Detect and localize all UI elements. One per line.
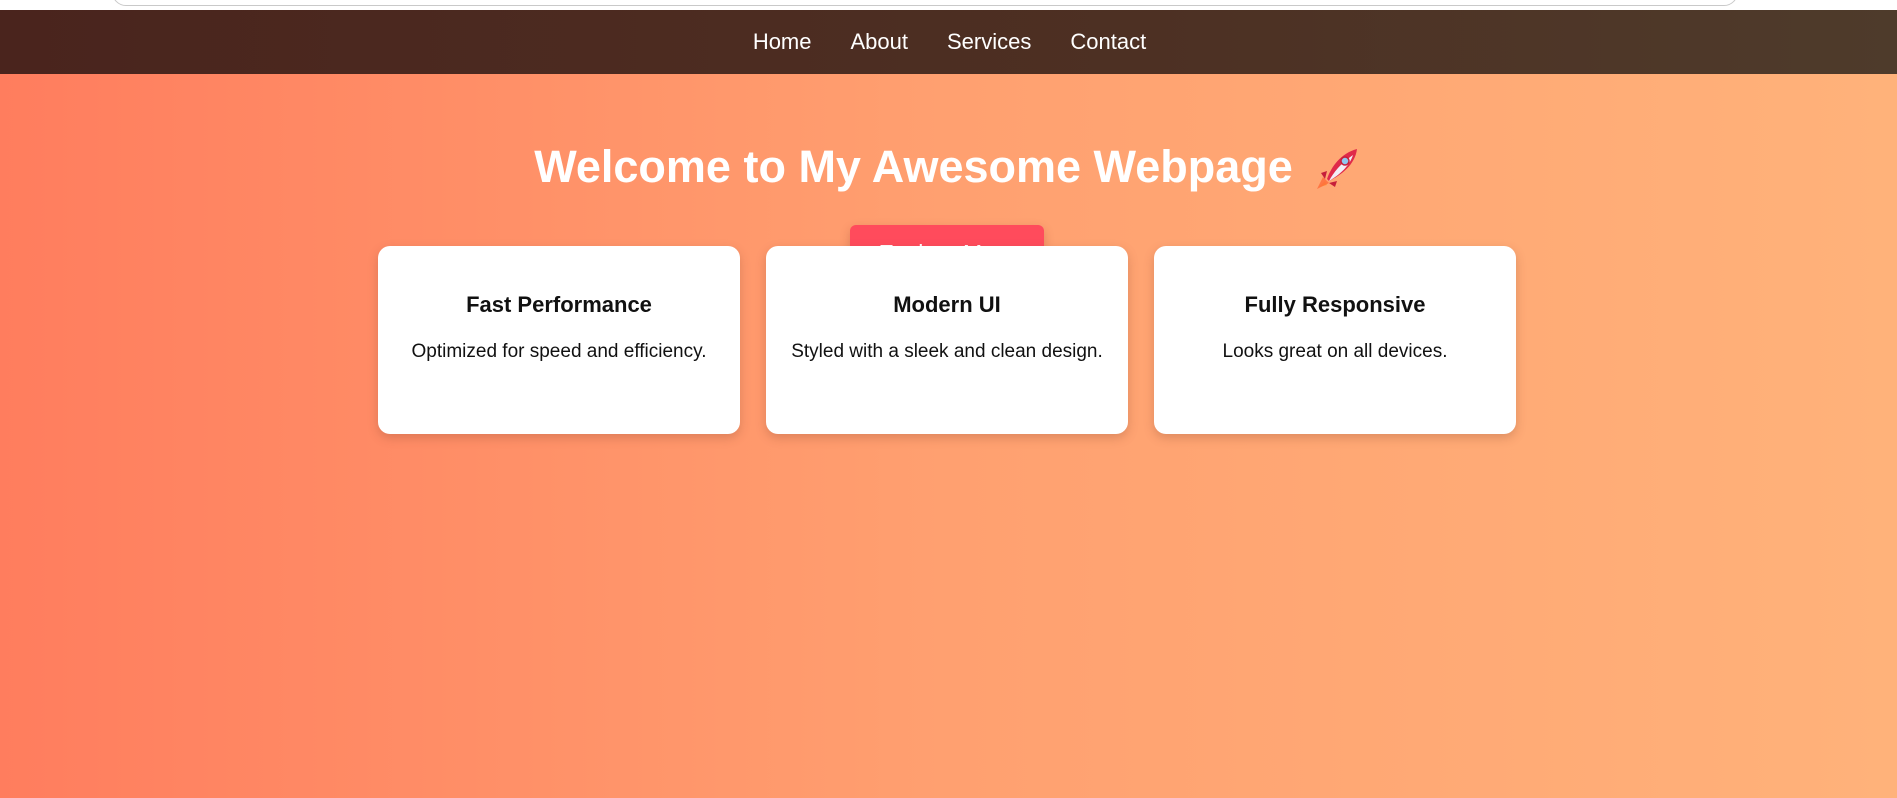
feature-card: Fully Responsive Looks great on all devi… [1154,246,1516,434]
hero-heading: Welcome to My Awesome Webpage [0,141,1897,193]
browser-chrome [0,0,1897,10]
feature-card: Modern UI Styled with a sleek and clean … [766,246,1128,434]
feature-card-text: Styled with a sleek and clean design. [791,341,1103,362]
browser-address-bar[interactable] [112,0,1738,6]
rocket-icon [1315,143,1363,191]
navbar: Home About Services Contact [0,10,1897,74]
feature-card-title: Fully Responsive [1244,292,1426,317]
feature-card-text: Optimized for speed and efficiency. [411,341,707,362]
feature-card-title: Fast Performance [466,292,652,317]
feature-cards: Fast Performance Optimized for speed and… [378,246,1516,434]
feature-card: Fast Performance Optimized for speed and… [378,246,740,434]
page: Home About Services Contact Welcome to M… [0,0,1897,798]
nav-link-services[interactable]: Services [945,29,1031,55]
feature-card-title: Modern UI [893,292,1001,317]
nav-link-home[interactable]: Home [751,29,812,55]
hero-title-text: Welcome to My Awesome Webpage [534,141,1293,192]
nav-link-about[interactable]: About [849,29,909,55]
nav-link-contact[interactable]: Contact [1068,29,1146,55]
feature-card-text: Looks great on all devices. [1222,341,1448,362]
